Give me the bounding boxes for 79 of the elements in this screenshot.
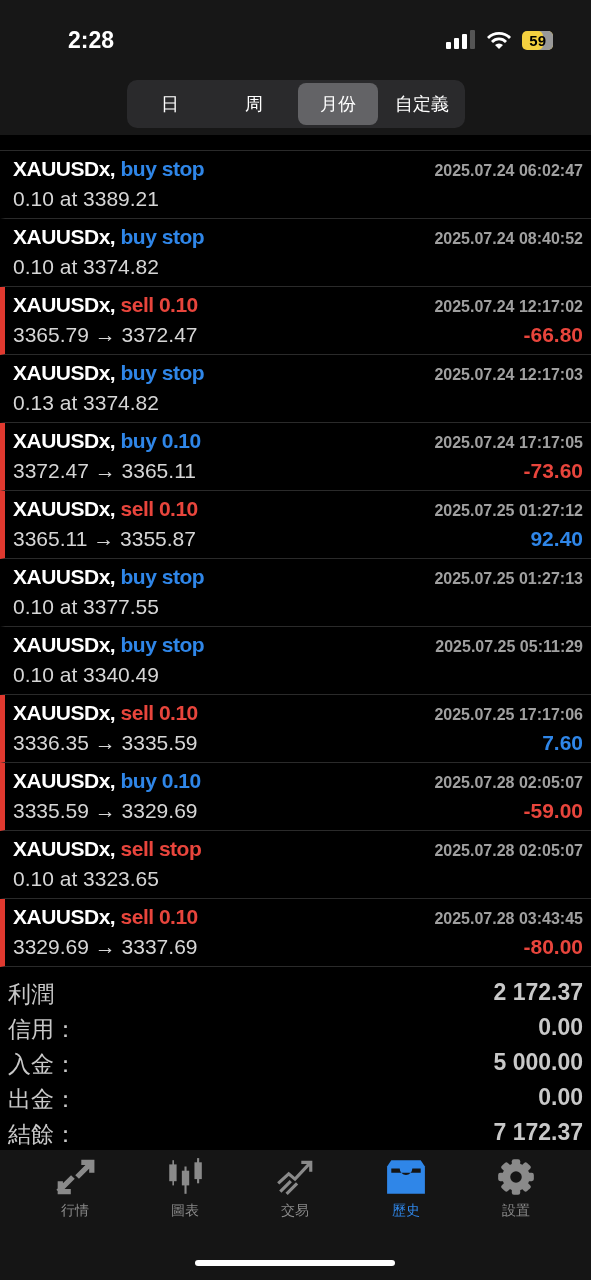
wifi-icon <box>486 30 513 50</box>
summary-value: 0.00 <box>538 1083 583 1112</box>
deal-row[interactable]: XAUUSDx, buy 0.10 2025.07.24 17:17:05 3372.47 → 3365.11 -73.60 <box>0 422 591 491</box>
trade-time: 2025.07.28 02:05:07 <box>434 774 583 793</box>
period-tab[interactable]: 日 <box>129 83 210 125</box>
order-row[interactable]: XAUUSDx, buy stop 2025.07.25 05:11:29 0.10 at 3340.49 <box>0 626 591 695</box>
trade-detail: 3329.69 → 3337.69 <box>13 935 198 960</box>
nav-tab[interactable]: 行情 <box>48 1157 103 1222</box>
deal-row[interactable]: XAUUSDx, sell 0.10 2025.07.25 01:27:12 3365.11 → 3355.87 92.40 <box>0 490 591 559</box>
trade-time: 2025.07.28 02:05:07 <box>434 842 583 861</box>
summary-value: 7 172.37 <box>493 1118 583 1147</box>
trade-detail: 0.10 at 3323.65 <box>13 867 159 892</box>
trade-profit: 92.40 <box>530 527 583 552</box>
trade-time: 2025.07.25 05:11:29 <box>435 638 583 657</box>
trade-title: XAUUSDx, buy stop <box>13 565 205 590</box>
trade-detail: 0.10 at 3389.21 <box>13 187 159 212</box>
diagonal-arrows-icon <box>54 1157 97 1196</box>
trade-time: 2025.07.25 17:17:06 <box>434 706 583 725</box>
period-tab[interactable]: 自定義 <box>381 83 462 125</box>
trade-profit: -80.00 <box>523 935 583 960</box>
order-row[interactable]: XAUUSDx, buy stop 2025.07.25 01:27:13 0.10 at 3377.55 <box>0 558 591 627</box>
order-row[interactable]: XAUUSDx, buy stop 2025.07.24 12:17:03 0.13 at 3374.82 <box>0 354 591 423</box>
trade-time: 2025.07.24 08:40:52 <box>434 230 583 249</box>
battery-level: 59 <box>522 30 553 50</box>
trade-profit: -59.00 <box>523 799 583 824</box>
summary-value: 0.00 <box>538 1013 583 1042</box>
trade-detail: 3372.47 → 3365.11 <box>13 459 196 484</box>
nav-tab[interactable]: 交易 <box>268 1157 323 1222</box>
trade-time: 2025.07.25 01:27:13 <box>434 570 583 589</box>
trade-time: 2025.07.25 01:27:12 <box>434 502 583 521</box>
order-row[interactable]: XAUUSDx, buy stop 2025.07.24 08:40:52 0.10 at 3374.82 <box>0 218 591 287</box>
order-row[interactable]: XAUUSDx, buy stop 2025.07.24 06:02:47 0.10 at 3389.21 <box>0 150 591 219</box>
trade-detail: 0.10 at 3340.49 <box>13 663 159 688</box>
trade-title: XAUUSDx, sell 0.10 <box>13 905 198 930</box>
trade-title: XAUUSDx, sell 0.10 <box>13 293 198 318</box>
status-time: 2:28 <box>68 26 115 54</box>
summary-value: 5 000.00 <box>493 1048 583 1077</box>
trade-detail: 3336.35 → 3335.59 <box>13 731 198 756</box>
trade-detail: 0.10 at 3374.82 <box>13 255 159 280</box>
summary-label: 利潤 <box>8 979 54 1009</box>
trade-title: XAUUSDx, buy stop <box>13 157 205 182</box>
summary-label: 出金： <box>8 1084 77 1114</box>
nav-tab[interactable]: 設置 <box>488 1157 543 1222</box>
trade-title: XAUUSDx, buy stop <box>13 633 205 658</box>
inbox-tray-icon <box>384 1157 427 1196</box>
summary-label: 信用： <box>8 1014 77 1044</box>
trade-detail: 0.10 at 3377.55 <box>13 595 159 620</box>
summary-value: 2 172.37 <box>493 978 583 1007</box>
trade-detail: 0.13 at 3374.82 <box>13 391 159 416</box>
deal-row[interactable]: XAUUSDx, sell 0.10 2025.07.25 17:17:06 3336.35 → 3335.59 7.60 <box>0 694 591 763</box>
trade-title: XAUUSDx, sell stop <box>13 837 202 862</box>
trade-title: XAUUSDx, buy stop <box>13 225 205 250</box>
trade-time: 2025.07.28 03:43:45 <box>434 910 583 929</box>
trade-detail: 3335.59 → 3329.69 <box>13 799 198 824</box>
trade-title: XAUUSDx, sell 0.10 <box>13 701 198 726</box>
signal-icon <box>446 30 477 50</box>
trade-title: XAUUSDx, buy 0.10 <box>13 769 201 794</box>
period-tab[interactable]: 周 <box>213 83 294 125</box>
summary-label: 入金： <box>8 1049 77 1079</box>
order-row[interactable]: XAUUSDx, sell stop 2025.07.28 02:05:07 0.10 at 3323.65 <box>0 830 591 899</box>
trade-title: XAUUSDx, sell 0.10 <box>13 497 198 522</box>
deal-row[interactable]: XAUUSDx, sell 0.10 2025.07.28 03:43:45 3329.69 → 3337.69 -80.00 <box>0 898 591 967</box>
trade-profit: 7.60 <box>542 731 583 756</box>
trade-time: 2025.07.24 12:17:03 <box>434 366 583 385</box>
deal-row[interactable]: XAUUSDx, sell 0.10 2025.07.24 12:17:02 3365.79 → 3372.47 -66.80 <box>0 286 591 355</box>
summary-label: 結餘： <box>8 1119 77 1149</box>
trade-detail: 3365.79 → 3372.47 <box>13 323 198 348</box>
trade-title: XAUUSDx, buy stop <box>13 361 205 386</box>
trade-detail: 3365.11 → 3355.87 <box>13 527 196 552</box>
trade-title: XAUUSDx, buy 0.10 <box>13 429 201 454</box>
trade-profit: -66.80 <box>523 323 583 348</box>
trade-time: 2025.07.24 17:17:05 <box>434 434 583 453</box>
trade-profit: -73.60 <box>523 459 583 484</box>
trade-time: 2025.07.24 06:02:47 <box>434 162 583 181</box>
nav-tab[interactable]: 歷史 <box>378 1157 433 1222</box>
period-tab[interactable]: 月份 <box>297 83 378 125</box>
nav-tab[interactable]: 圖表 <box>158 1157 213 1222</box>
trade-time: 2025.07.24 12:17:02 <box>434 298 583 317</box>
deal-row[interactable]: XAUUSDx, buy 0.10 2025.07.28 02:05:07 3335.59 → 3329.69 -59.00 <box>0 762 591 831</box>
